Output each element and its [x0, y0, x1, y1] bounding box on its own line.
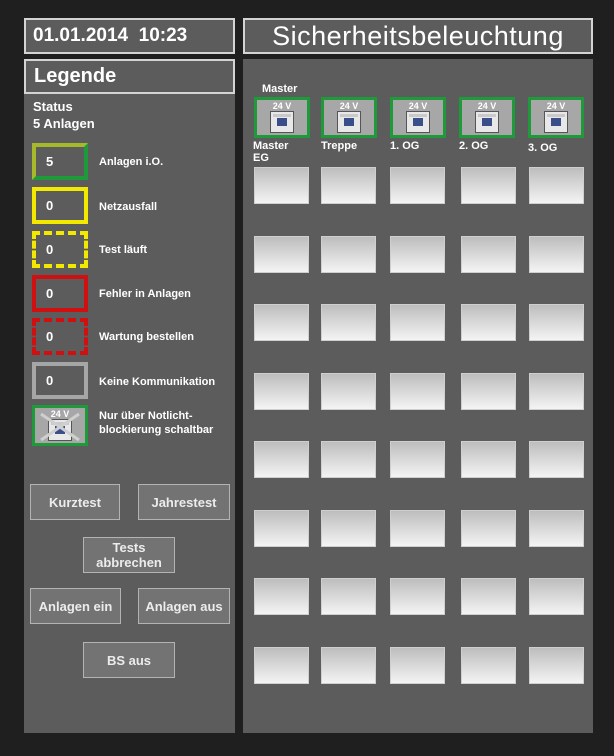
legend-value-nocomm: 0 — [46, 373, 54, 388]
legend-box-test: 0 — [32, 231, 88, 268]
tests-abbrechen-line2: abbrechen — [96, 555, 162, 570]
bs-aus-button[interactable]: BS aus — [83, 642, 175, 678]
device-master-eg[interactable]: 24 V — [254, 97, 310, 138]
column-label-master-2: EG — [253, 152, 269, 164]
legend-box-fehler: 0 — [32, 275, 88, 312]
device-icon — [475, 111, 499, 133]
empty-device-slot[interactable] — [321, 441, 376, 478]
page-title: Sicherheitsbeleuchtung — [243, 18, 593, 54]
device-voltage: 24 V — [477, 101, 497, 111]
column-label-master-1: Master — [253, 140, 289, 152]
empty-device-slot[interactable] — [321, 167, 376, 204]
legend-box-wartung: 0 — [32, 318, 88, 355]
legend-box-netzausfall: 0 — [32, 187, 88, 224]
status-count: 5 Anlagen — [33, 116, 95, 131]
empty-device-slot[interactable] — [529, 578, 584, 615]
column-label-treppe: Treppe — [321, 140, 358, 152]
device-voltage: 24 V — [408, 101, 428, 111]
empty-device-slot[interactable] — [254, 304, 309, 341]
device-2-og[interactable]: 24 V — [459, 97, 515, 138]
legend-value-netzausfall: 0 — [46, 198, 54, 213]
column-label-2-og: 2. OG — [459, 140, 489, 152]
empty-device-slot[interactable] — [390, 304, 445, 341]
device-3-og[interactable]: 24 V — [528, 97, 584, 138]
legend-box-ok: 5 — [32, 143, 88, 180]
empty-device-slot[interactable] — [461, 646, 516, 684]
column-label-3-og: 3. OG — [528, 142, 558, 154]
empty-device-slot[interactable] — [321, 646, 376, 684]
empty-device-slot[interactable] — [321, 235, 376, 273]
empty-device-slot[interactable] — [529, 304, 584, 341]
empty-device-slot[interactable] — [321, 372, 376, 410]
kurztest-button[interactable]: Kurztest — [30, 484, 120, 520]
empty-device-slot[interactable] — [529, 646, 584, 684]
empty-device-slot[interactable] — [390, 509, 445, 547]
legend-label-fehler: Fehler in Anlagen — [99, 288, 191, 300]
legend-device-blocked: 24 V — [32, 405, 88, 446]
empty-device-slot[interactable] — [254, 441, 309, 478]
legend-label-blocked-1: Nur über Notlicht- — [99, 410, 193, 422]
cross-icon — [40, 412, 80, 442]
empty-device-slot[interactable] — [529, 509, 584, 547]
empty-device-slot[interactable] — [321, 578, 376, 615]
device-icon — [544, 111, 568, 133]
empty-device-slot[interactable] — [254, 509, 309, 547]
empty-device-slot[interactable] — [529, 441, 584, 478]
legend-value-fehler: 0 — [46, 286, 54, 301]
empty-device-slot[interactable] — [254, 235, 309, 273]
legend-panel: Legende Status 5 Anlagen 5 Anlagen i.O. … — [24, 59, 235, 733]
legend-title: Legende — [24, 59, 235, 94]
empty-device-slot[interactable] — [461, 372, 516, 410]
column-label-1-og: 1. OG — [390, 140, 420, 152]
legend-label-wartung: Wartung bestellen — [99, 331, 194, 343]
legend-label-test: Test läuft — [99, 244, 148, 256]
empty-device-slot[interactable] — [390, 235, 445, 273]
device-overview-panel: Master 24 V 24 V 24 V 24 V 24 V Master E… — [243, 59, 593, 733]
legend-label-nocomm: Keine Kommunikation — [99, 376, 216, 388]
empty-device-slot[interactable] — [529, 167, 584, 204]
device-1-og[interactable]: 24 V — [390, 97, 446, 138]
empty-device-slot[interactable] — [461, 235, 516, 273]
device-voltage: 24 V — [272, 101, 292, 111]
datetime-display: 01.01.2014 10:23 — [24, 18, 235, 54]
empty-device-slot[interactable] — [529, 235, 584, 273]
tests-abbrechen-button[interactable]: Tests abbrechen — [83, 537, 175, 573]
empty-device-slot[interactable] — [254, 167, 309, 204]
device-icon — [337, 111, 361, 133]
empty-device-slot[interactable] — [461, 304, 516, 341]
status-label: Status — [33, 99, 73, 114]
empty-device-slot[interactable] — [390, 578, 445, 615]
empty-device-slot[interactable] — [461, 578, 516, 615]
empty-device-slot[interactable] — [390, 646, 445, 684]
anlagen-ein-button[interactable]: Anlagen ein — [30, 588, 121, 624]
empty-device-slot[interactable] — [254, 646, 309, 684]
empty-device-slot[interactable] — [461, 441, 516, 478]
device-voltage: 24 V — [546, 101, 566, 111]
tests-abbrechen-line1: Tests — [112, 540, 146, 555]
empty-device-slot[interactable] — [254, 372, 309, 410]
empty-device-slot[interactable] — [390, 441, 445, 478]
legend-label-netzausfall: Netzausfall — [99, 201, 158, 213]
empty-device-slot[interactable] — [390, 167, 445, 204]
jahrestest-button[interactable]: Jahrestest — [138, 484, 230, 520]
legend-value-ok: 5 — [46, 154, 54, 169]
device-icon — [270, 111, 294, 133]
anlagen-aus-button[interactable]: Anlagen aus — [138, 588, 230, 624]
empty-device-slot[interactable] — [461, 167, 516, 204]
legend-value-test: 0 — [46, 242, 54, 257]
empty-device-slot[interactable] — [390, 372, 445, 410]
legend-box-nocomm: 0 — [32, 362, 88, 399]
empty-device-slot[interactable] — [461, 509, 516, 547]
device-treppe[interactable]: 24 V — [321, 97, 377, 138]
legend-label-blocked-2: blockierung schaltbar — [99, 424, 214, 436]
empty-device-slot[interactable] — [529, 372, 584, 410]
empty-device-slot[interactable] — [321, 304, 376, 341]
empty-device-slot[interactable] — [254, 578, 309, 615]
empty-device-slot[interactable] — [321, 509, 376, 547]
device-voltage: 24 V — [339, 101, 359, 111]
legend-value-wartung: 0 — [46, 329, 54, 344]
master-caption: Master — [262, 83, 298, 95]
device-icon — [406, 111, 430, 133]
legend-label-ok: Anlagen i.O. — [99, 156, 164, 168]
